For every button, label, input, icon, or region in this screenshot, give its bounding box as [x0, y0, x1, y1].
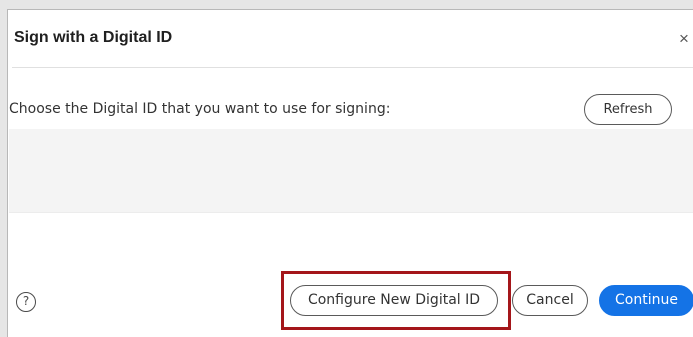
- title-divider: [12, 67, 693, 68]
- continue-button[interactable]: Continue: [599, 285, 693, 316]
- sign-digital-id-dialog: Sign with a Digital ID × Choose the Digi…: [7, 9, 693, 337]
- digital-id-list[interactable]: [9, 129, 693, 212]
- dialog-title: Sign with a Digital ID: [14, 29, 173, 46]
- dialog-titlebar: Sign with a Digital ID ×: [8, 10, 693, 67]
- refresh-button[interactable]: Refresh: [584, 94, 672, 125]
- help-icon[interactable]: ?: [16, 292, 36, 312]
- close-icon[interactable]: ×: [677, 29, 691, 49]
- cancel-button[interactable]: Cancel: [512, 285, 588, 316]
- configure-new-digital-id-button[interactable]: Configure New Digital ID: [290, 285, 498, 316]
- choose-id-prompt: Choose the Digital ID that you want to u…: [9, 101, 391, 117]
- footer-divider: [9, 212, 693, 213]
